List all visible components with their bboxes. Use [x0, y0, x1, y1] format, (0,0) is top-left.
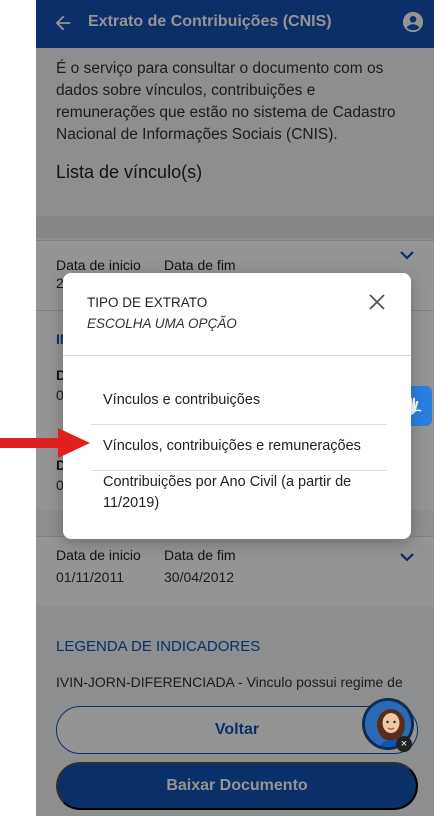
close-icon[interactable]: [368, 293, 386, 311]
option-divider: [91, 424, 387, 425]
close-icon[interactable]: ×: [396, 736, 412, 752]
page-edge: [434, 0, 440, 816]
option-divider: [91, 470, 387, 471]
annotation-arrow-icon: [0, 428, 90, 458]
modal-title: TIPO DE EXTRATO: [87, 295, 208, 310]
option-vinculos-contribuicoes-remuneracoes[interactable]: Vínculos, contribuições e remunerações: [91, 436, 387, 457]
modal-subtitle: ESCOLHA UMA OPÇÃO: [87, 316, 237, 331]
modal-divider: [63, 355, 411, 356]
option-vinculos-contribuicoes[interactable]: Vínculos e contribuições: [91, 390, 387, 411]
option-contribuicoes-ano-civil[interactable]: Contribuições por Ano Civil (a partir de…: [91, 472, 387, 514]
extract-type-modal: TIPO DE EXTRATO ESCOLHA UMA OPÇÃO Víncul…: [63, 273, 411, 539]
